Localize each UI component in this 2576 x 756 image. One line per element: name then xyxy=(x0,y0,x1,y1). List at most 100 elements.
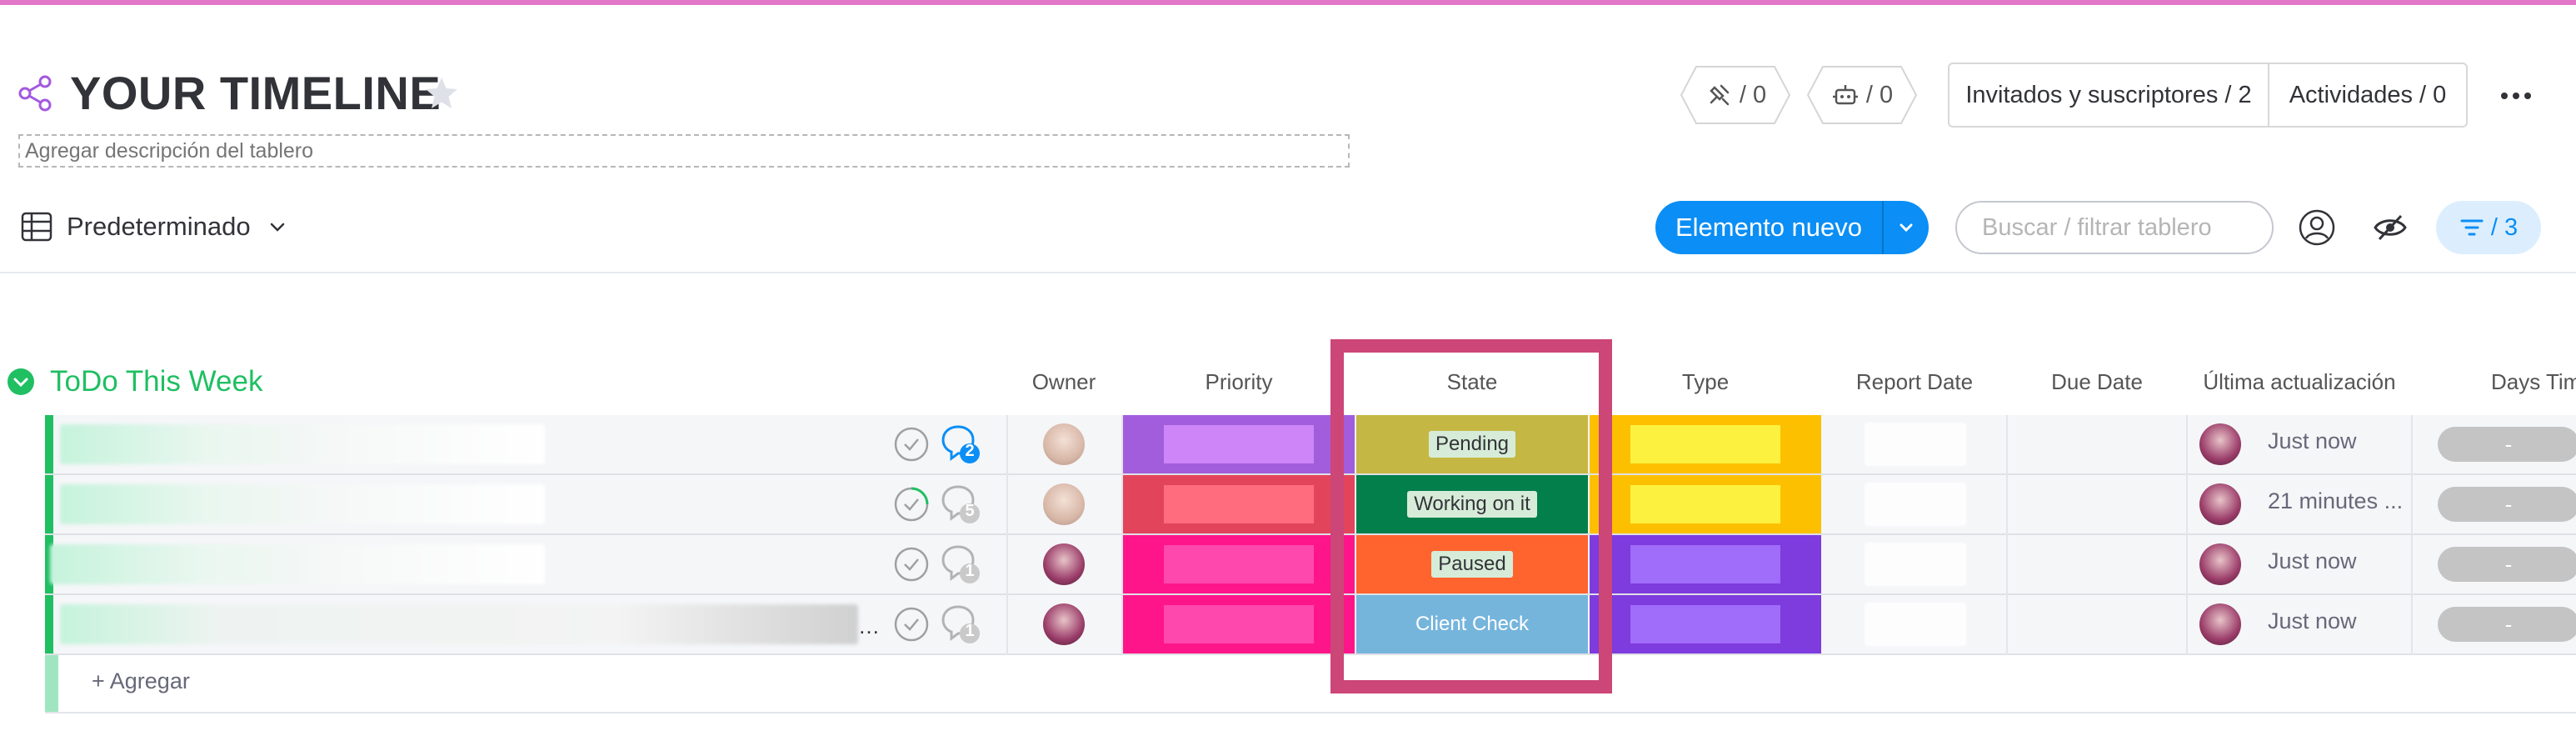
board-title[interactable]: YOUR TIMELINE xyxy=(70,62,441,125)
share-icon[interactable] xyxy=(15,73,55,113)
integrations-icon xyxy=(1710,84,1730,106)
collapse-group-icon[interactable] xyxy=(7,368,35,396)
column-divider xyxy=(2186,415,2188,657)
robot-icon xyxy=(1832,85,1858,105)
type-cell[interactable] xyxy=(1590,535,1821,593)
star-icon[interactable] xyxy=(423,75,460,112)
filter-button[interactable]: / 3 xyxy=(2436,201,2541,254)
priority-label-redacted xyxy=(1164,425,1314,463)
column-divider xyxy=(1006,415,1008,657)
column-header-owner[interactable]: Owner xyxy=(1008,367,1120,397)
add-item-row[interactable] xyxy=(45,655,2576,713)
chevron-down-icon xyxy=(1900,223,1913,233)
report-date-redacted[interactable] xyxy=(1865,423,1966,466)
state-column-highlight xyxy=(1330,339,1612,693)
search-input[interactable] xyxy=(1955,201,2274,254)
automations-button[interactable]: / 0 xyxy=(1806,65,1918,125)
divider xyxy=(0,272,2576,273)
item-name-redacted[interactable] xyxy=(60,604,858,644)
column-divider xyxy=(1121,415,1123,657)
report-date-redacted[interactable] xyxy=(1865,543,1966,586)
update-count: 1 xyxy=(965,622,975,640)
automations-count: / 0 xyxy=(1865,81,1894,108)
column-header-report-date[interactable]: Report Date xyxy=(1823,367,2006,397)
guests-button[interactable]: Invitados y suscriptores / 2 xyxy=(1949,64,2268,126)
type-label-redacted xyxy=(1630,425,1780,463)
days-pill[interactable]: - xyxy=(2438,607,2576,642)
column-header-type[interactable]: Type xyxy=(1590,367,1821,397)
top-accent-line xyxy=(0,0,2576,5)
group-title[interactable]: ToDo This Week xyxy=(50,363,262,400)
eye-off-icon[interactable] xyxy=(2373,212,2408,243)
avatar[interactable] xyxy=(1043,423,1085,465)
activity-button[interactable]: Actividades / 0 xyxy=(2269,64,2466,126)
priority-label-redacted xyxy=(1164,485,1314,523)
type-label-redacted xyxy=(1630,605,1780,643)
report-date-redacted[interactable] xyxy=(1865,603,1966,646)
new-item-dropdown[interactable] xyxy=(1884,201,1929,254)
column-divider xyxy=(2411,415,2413,657)
type-label-redacted xyxy=(1630,545,1780,583)
add-item-button[interactable]: + Agregar xyxy=(92,668,190,694)
column-header-due-date[interactable]: Due Date xyxy=(2008,367,2186,397)
check-icon[interactable] xyxy=(893,606,930,643)
priority-cell[interactable] xyxy=(1123,475,1355,533)
report-date-redacted[interactable] xyxy=(1865,483,1966,526)
column-header-priority[interactable]: Priority xyxy=(1123,367,1355,397)
check-icon[interactable] xyxy=(893,426,930,463)
new-item-button-group: Elemento nuevo xyxy=(1655,201,1929,254)
type-cell[interactable] xyxy=(1590,595,1821,653)
avatar[interactable] xyxy=(1043,483,1085,525)
avatar[interactable] xyxy=(2199,603,2241,645)
avatar[interactable] xyxy=(2199,423,2241,465)
filter-count: / 3 xyxy=(2490,213,2519,241)
last-updated-text: 21 minutes ... xyxy=(2268,488,2404,513)
row-color-bar xyxy=(45,475,53,533)
new-item-button[interactable]: Elemento nuevo xyxy=(1655,201,1882,254)
update-count: 1 xyxy=(965,562,975,580)
priority-cell[interactable] xyxy=(1123,595,1355,653)
last-updated-text: Just now xyxy=(2268,548,2357,573)
type-label-redacted xyxy=(1630,485,1780,523)
avatar[interactable] xyxy=(1043,603,1085,645)
type-cell[interactable] xyxy=(1590,475,1821,533)
board-description-input[interactable] xyxy=(18,134,1350,168)
column-header-days[interactable]: Days Tim xyxy=(2441,367,2576,397)
integrations-count: / 0 xyxy=(1739,81,1767,108)
priority-cell[interactable] xyxy=(1123,415,1355,473)
days-pill[interactable]: - xyxy=(2438,427,2576,462)
chevron-down-icon[interactable] xyxy=(265,215,290,240)
view-selector[interactable]: Predeterminado xyxy=(67,210,251,243)
item-name-redacted[interactable] xyxy=(60,484,545,524)
divider xyxy=(45,712,2576,713)
last-updated-text: Just now xyxy=(2268,608,2357,633)
days-pill[interactable]: - xyxy=(2438,487,2576,522)
person-icon[interactable] xyxy=(2298,208,2336,247)
column-divider xyxy=(2006,415,2008,657)
days-pill[interactable]: - xyxy=(2438,547,2576,582)
check-icon[interactable] xyxy=(893,486,930,523)
last-updated-text: Just now xyxy=(2268,428,2357,453)
check-icon[interactable] xyxy=(893,546,930,583)
update-count: 5 xyxy=(965,502,975,520)
avatar[interactable] xyxy=(2199,483,2241,525)
row-color-bar xyxy=(45,655,58,713)
item-name-redacted[interactable] xyxy=(60,424,545,464)
avatar[interactable] xyxy=(2199,543,2241,585)
type-cell[interactable] xyxy=(1590,415,1821,473)
more-icon[interactable] xyxy=(2499,83,2533,108)
item-name-redacted[interactable] xyxy=(50,544,545,584)
board-meta-box: Invitados y suscriptores / 2 Actividades… xyxy=(1948,63,2468,128)
avatar[interactable] xyxy=(1043,543,1085,585)
integrations-button[interactable]: / 0 xyxy=(1680,65,1791,125)
priority-label-redacted xyxy=(1164,545,1314,583)
filter-icon xyxy=(2460,219,2484,236)
table-icon xyxy=(21,212,52,242)
column-header-last-updated[interactable]: Última actualización xyxy=(2188,367,2411,397)
priority-cell[interactable] xyxy=(1123,535,1355,593)
row-color-bar xyxy=(45,415,53,473)
item-name-ellipsis: … xyxy=(858,613,880,638)
priority-label-redacted xyxy=(1164,605,1314,643)
update-count: 2 xyxy=(965,442,975,460)
row-color-bar xyxy=(45,595,53,653)
